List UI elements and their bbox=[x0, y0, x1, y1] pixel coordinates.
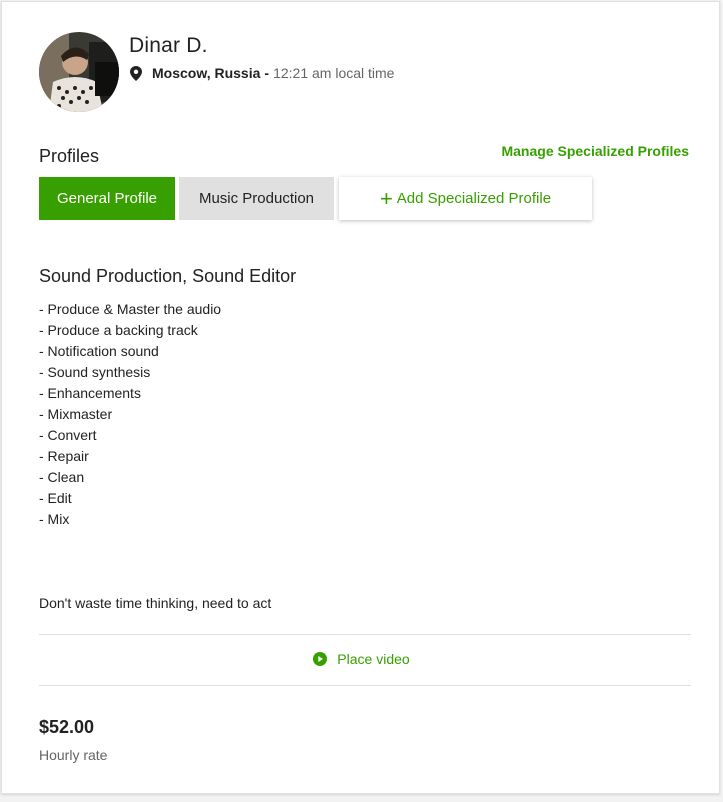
place-video-label: Place video bbox=[337, 651, 410, 667]
avatar-photo bbox=[39, 32, 119, 112]
divider bbox=[39, 685, 691, 686]
tab-music-production[interactable]: Music Production bbox=[179, 177, 334, 220]
list-item: - Mix bbox=[39, 511, 70, 527]
overview-tagline: Don't waste time thinking, need to act bbox=[39, 595, 272, 611]
overview-list: - Produce & Master the audio - Produce a… bbox=[39, 299, 221, 530]
hourly-rate-value: $52.00 bbox=[39, 717, 95, 737]
list-item: - Repair bbox=[39, 448, 89, 464]
list-item: - Produce a backing track bbox=[39, 322, 198, 338]
location-pin-icon bbox=[130, 65, 142, 81]
profiles-heading: Profiles bbox=[39, 146, 100, 166]
add-specialized-profile-label: Add Specialized Profile bbox=[396, 190, 552, 207]
divider bbox=[39, 634, 691, 635]
location-line: Moscow, Russia - 12:21 am local time bbox=[130, 65, 394, 81]
profile-card: Dinar D. Moscow, Russia - 12:21 am local… bbox=[1, 1, 720, 794]
list-item: - Clean bbox=[39, 469, 85, 485]
list-item: - Mixmaster bbox=[39, 406, 113, 422]
location-separator: - bbox=[264, 65, 270, 81]
profile-name: Dinar D. bbox=[129, 34, 208, 57]
local-time: 12:21 am local time bbox=[273, 65, 395, 81]
tab-general-profile[interactable]: General Profile bbox=[39, 177, 175, 220]
play-circle-icon bbox=[313, 652, 328, 666]
plus-icon: + bbox=[379, 185, 393, 211]
hourly-rate-label: Hourly rate bbox=[39, 747, 108, 763]
list-item: - Enhancements bbox=[39, 385, 141, 401]
manage-specialized-profiles-link[interactable]: Manage Specialized Profiles bbox=[501, 143, 689, 159]
add-specialized-profile-button[interactable]: + Add Specialized Profile bbox=[339, 177, 592, 220]
list-item: - Produce & Master the audio bbox=[39, 301, 222, 317]
list-item: - Notification sound bbox=[39, 343, 159, 359]
list-item: - Convert bbox=[39, 427, 97, 443]
list-item: - Sound synthesis bbox=[39, 364, 151, 380]
avatar[interactable] bbox=[39, 32, 119, 112]
list-item: - Edit bbox=[39, 490, 72, 506]
profile-headline: Sound Production, Sound Editor bbox=[39, 266, 297, 286]
place-video-link[interactable]: Place video bbox=[2, 651, 721, 667]
location-city: Moscow, Russia bbox=[152, 65, 261, 81]
